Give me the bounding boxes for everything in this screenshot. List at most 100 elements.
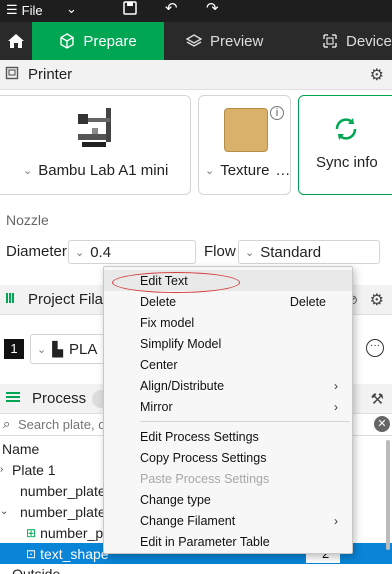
- tab-preview[interactable]: Preview: [186, 22, 263, 60]
- menu-item-label: Align/Distribute: [140, 378, 225, 393]
- undo-icon[interactable]: ↶: [165, 0, 178, 17]
- printer-name: Bambu Lab A1 mini: [38, 162, 169, 179]
- printer-icon: [5, 66, 19, 83]
- gear-icon[interactable]: ⚙: [370, 65, 384, 85]
- menu-item-label: Change type: [140, 492, 211, 507]
- chevron-down-icon: ⌄: [245, 246, 255, 259]
- add-part-icon: ⊞: [26, 525, 37, 540]
- sync-info-label: Sync info: [316, 154, 378, 171]
- menu-item-edit-text[interactable]: Edit Text: [104, 270, 352, 293]
- menu-item-label: Fix model: [140, 315, 195, 330]
- tree-row-label: Plate 1: [12, 461, 56, 478]
- tab-home[interactable]: [0, 22, 32, 60]
- menu-item-edit-process-settings[interactable]: Edit Process Settings: [104, 426, 352, 447]
- plate-card[interactable]: i ⌄ Texture …: [198, 95, 291, 195]
- menu-item-fix-model[interactable]: Fix model: [104, 312, 352, 333]
- sync-icon: [333, 116, 359, 145]
- printer-image: [68, 104, 120, 159]
- chevron-down-icon[interactable]: ⌄: [66, 1, 77, 17]
- flow-value: Standard: [260, 243, 322, 261]
- tree-column-name: Name: [2, 440, 40, 457]
- chevron-down-icon: ⌄: [37, 343, 47, 356]
- process-icon: [5, 390, 21, 407]
- plate-texture-image: [224, 108, 268, 152]
- redo-icon[interactable]: ↷: [206, 0, 219, 17]
- diameter-value: 0.4: [90, 243, 112, 261]
- filament-color-swatch: ▙: [52, 340, 63, 357]
- annotation-highlight-ellipse: [112, 272, 240, 293]
- menu-item-label: Edit in Parameter Table: [140, 534, 270, 549]
- title-bar: ☰ File ⌄ ↶ ↷: [0, 0, 392, 22]
- menu-item-mirror[interactable]: Mirror ›: [104, 396, 352, 417]
- submenu-arrow-icon: ›: [334, 513, 338, 528]
- menu-item-label: Simplify Model: [140, 336, 222, 351]
- submenu-arrow-icon: ›: [334, 399, 338, 414]
- tab-prepare-label: Prepare: [83, 32, 137, 50]
- menu-item-label: Center: [140, 357, 178, 372]
- plate-name: Texture: [220, 162, 270, 179]
- file-menu-label: File: [21, 2, 43, 18]
- menu-item-label: Edit Process Settings: [140, 429, 259, 444]
- menu-item-change-type[interactable]: Change type: [104, 489, 352, 510]
- menu-item-edit-in-parameter-table[interactable]: Edit in Parameter Table: [104, 531, 352, 552]
- menu-item-copy-process-settings[interactable]: Copy Process Settings: [104, 447, 352, 468]
- printer-section-header[interactable]: Printer ⚙: [0, 60, 392, 90]
- more-options-icon[interactable]: ···: [366, 339, 384, 357]
- file-menu[interactable]: ☰ File: [6, 2, 43, 18]
- cube-icon: [60, 33, 75, 49]
- menu-item-paste-process-settings: Paste Process Settings: [104, 468, 352, 489]
- tab-preview-label: Preview: [210, 32, 264, 50]
- menu-item-label: Delete: [140, 294, 177, 309]
- menu-item-delete[interactable]: Delete Delete: [104, 291, 352, 312]
- filament-slot-number: 1: [4, 339, 24, 359]
- menu-item-simplify-model[interactable]: Simplify Model: [104, 333, 352, 354]
- tree-row-label: text_shape: [40, 545, 109, 562]
- menu-item-label: Mirror: [140, 399, 173, 414]
- filament-icon: [5, 291, 21, 308]
- menu-item-label: Change Filament: [140, 513, 236, 528]
- chevron-right-icon: ›: [0, 464, 4, 475]
- tab-prepare[interactable]: Prepare: [32, 22, 164, 60]
- device-icon: [323, 34, 337, 48]
- info-icon[interactable]: i: [270, 106, 284, 120]
- gear-icon[interactable]: ⚙: [370, 290, 384, 310]
- tree-row-outside[interactable]: Outside: [0, 564, 392, 574]
- tree-scrollbar[interactable]: [386, 440, 390, 550]
- text-shape-icon: ⊡: [26, 546, 37, 561]
- tree-row-label: Outside: [12, 566, 61, 574]
- tab-device[interactable]: Device: [322, 22, 392, 60]
- printer-section-title: Printer: [28, 66, 73, 83]
- nozzle-label: Nozzle: [6, 212, 49, 228]
- filament-material: PLA: [69, 340, 98, 358]
- menu-item-center[interactable]: Center: [104, 354, 352, 375]
- hamburger-icon: ☰: [6, 2, 18, 17]
- tree-row-label: number_plate: [20, 503, 106, 520]
- search-icon: ⌕: [3, 416, 11, 431]
- tab-bar: Prepare Preview Device: [0, 22, 392, 60]
- context-menu: Edit Text Delete Delete Fix model Simpli…: [103, 266, 353, 554]
- process-section-title: Process: [32, 390, 87, 407]
- tree-row-label: number_p: [40, 524, 104, 541]
- filament-section-title: Project Fila: [28, 291, 104, 308]
- tree-row-label: number_plate: [20, 482, 106, 499]
- flow-label: Flow: [204, 243, 236, 260]
- chevron-down-icon: ⌄: [205, 165, 215, 177]
- diameter-select[interactable]: ⌄ 0.4: [68, 240, 196, 264]
- submenu-arrow-icon: ›: [334, 378, 338, 393]
- menu-item-align-distribute[interactable]: Align/Distribute ›: [104, 375, 352, 396]
- menu-separator: [140, 421, 350, 422]
- flow-select[interactable]: ⌄ Standard: [238, 240, 380, 264]
- process-advanced-icon[interactable]: ⚒: [371, 390, 384, 408]
- menu-item-label: Copy Process Settings: [140, 450, 267, 465]
- diameter-label: Diameter: [6, 243, 67, 260]
- home-icon: [8, 34, 24, 48]
- tab-device-label: Device: [346, 32, 392, 50]
- sync-info-button[interactable]: Sync info: [298, 95, 392, 195]
- printer-card[interactable]: ⌄ Bambu Lab A1 mini: [0, 95, 191, 195]
- plate-name-ellipsis: …: [275, 162, 291, 179]
- clear-search-icon[interactable]: ✕: [374, 416, 390, 432]
- save-icon[interactable]: [122, 0, 138, 20]
- menu-item-change-filament[interactable]: Change Filament ›: [104, 510, 352, 531]
- menu-item-shortcut: Delete: [289, 294, 326, 309]
- chevron-down-icon: ⌄: [75, 246, 85, 259]
